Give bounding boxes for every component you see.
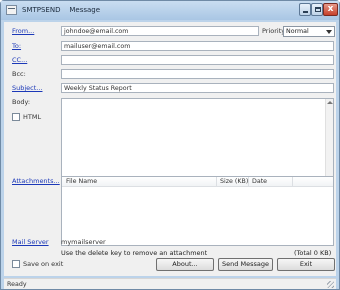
app-icon — [6, 5, 17, 15]
column-header-date[interactable]: Date — [252, 178, 267, 185]
to-link[interactable]: To: — [12, 42, 21, 50]
mail-server-label[interactable]: Mail Server — [12, 238, 49, 246]
column-divider[interactable] — [248, 177, 249, 187]
minimize-button[interactable] — [299, 3, 311, 16]
title-bar[interactable]: SMTPSEND Message x — [1, 1, 339, 20]
exit-button[interactable]: Exit — [277, 258, 335, 271]
chevron-down-icon — [326, 30, 332, 34]
html-checkbox[interactable] — [12, 113, 20, 121]
attachments-list[interactable]: File Name Size (KB) Date — [61, 176, 334, 246]
priority-label: Priority — [262, 27, 286, 35]
resize-grip-icon[interactable] — [327, 281, 334, 288]
maximize-button[interactable] — [311, 3, 323, 16]
cc-link[interactable]: CC... — [12, 56, 27, 64]
html-label: HTML — [23, 113, 42, 121]
minimize-icon — [303, 11, 308, 13]
mail-server-value: mymailserver — [61, 238, 106, 246]
send-message-button[interactable]: Send Message — [218, 258, 273, 271]
app-window: SMTPSEND Message x From... johndoe@email… — [0, 0, 340, 290]
status-bar: Ready — [4, 278, 336, 289]
message-form: From... johndoe@email.com Priority Norma… — [4, 22, 336, 276]
body-label: Body: — [12, 98, 31, 106]
column-divider[interactable] — [216, 177, 217, 187]
maximize-icon — [315, 7, 321, 12]
column-header-file-name[interactable]: File Name — [66, 178, 97, 185]
to-field[interactable]: mailuser@email.com — [61, 41, 334, 51]
column-divider[interactable] — [292, 177, 293, 187]
from-link[interactable]: From... — [12, 27, 34, 35]
subject-link[interactable]: Subject... — [12, 84, 43, 92]
cc-field[interactable] — [61, 55, 334, 65]
priority-select[interactable]: Normal — [283, 26, 335, 37]
close-button[interactable]: x — [323, 3, 338, 16]
save-on-exit-checkbox[interactable] — [12, 260, 20, 268]
attachments-header: File Name Size (KB) Date — [62, 177, 333, 187]
status-text: Ready — [7, 281, 27, 288]
attachments-hint: Use the delete key to remove an attachme… — [61, 249, 208, 257]
window-title: SMTPSEND Message — [22, 6, 101, 14]
attachments-link[interactable]: Attachments... — [12, 177, 60, 185]
save-on-exit-label: Save on exit — [23, 260, 64, 268]
attachments-total: (Total 0 KB) — [294, 249, 332, 257]
bcc-label: Bcc: — [12, 70, 26, 78]
bcc-field[interactable] — [61, 69, 334, 79]
column-header-size[interactable]: Size (KB) — [220, 178, 248, 185]
close-icon: x — [327, 4, 334, 14]
subject-field[interactable]: Weekly Status Report — [61, 83, 334, 93]
scroll-up-icon[interactable] — [327, 101, 333, 104]
from-field[interactable]: johndoe@email.com — [61, 26, 259, 36]
about-button[interactable]: About... — [156, 258, 214, 271]
